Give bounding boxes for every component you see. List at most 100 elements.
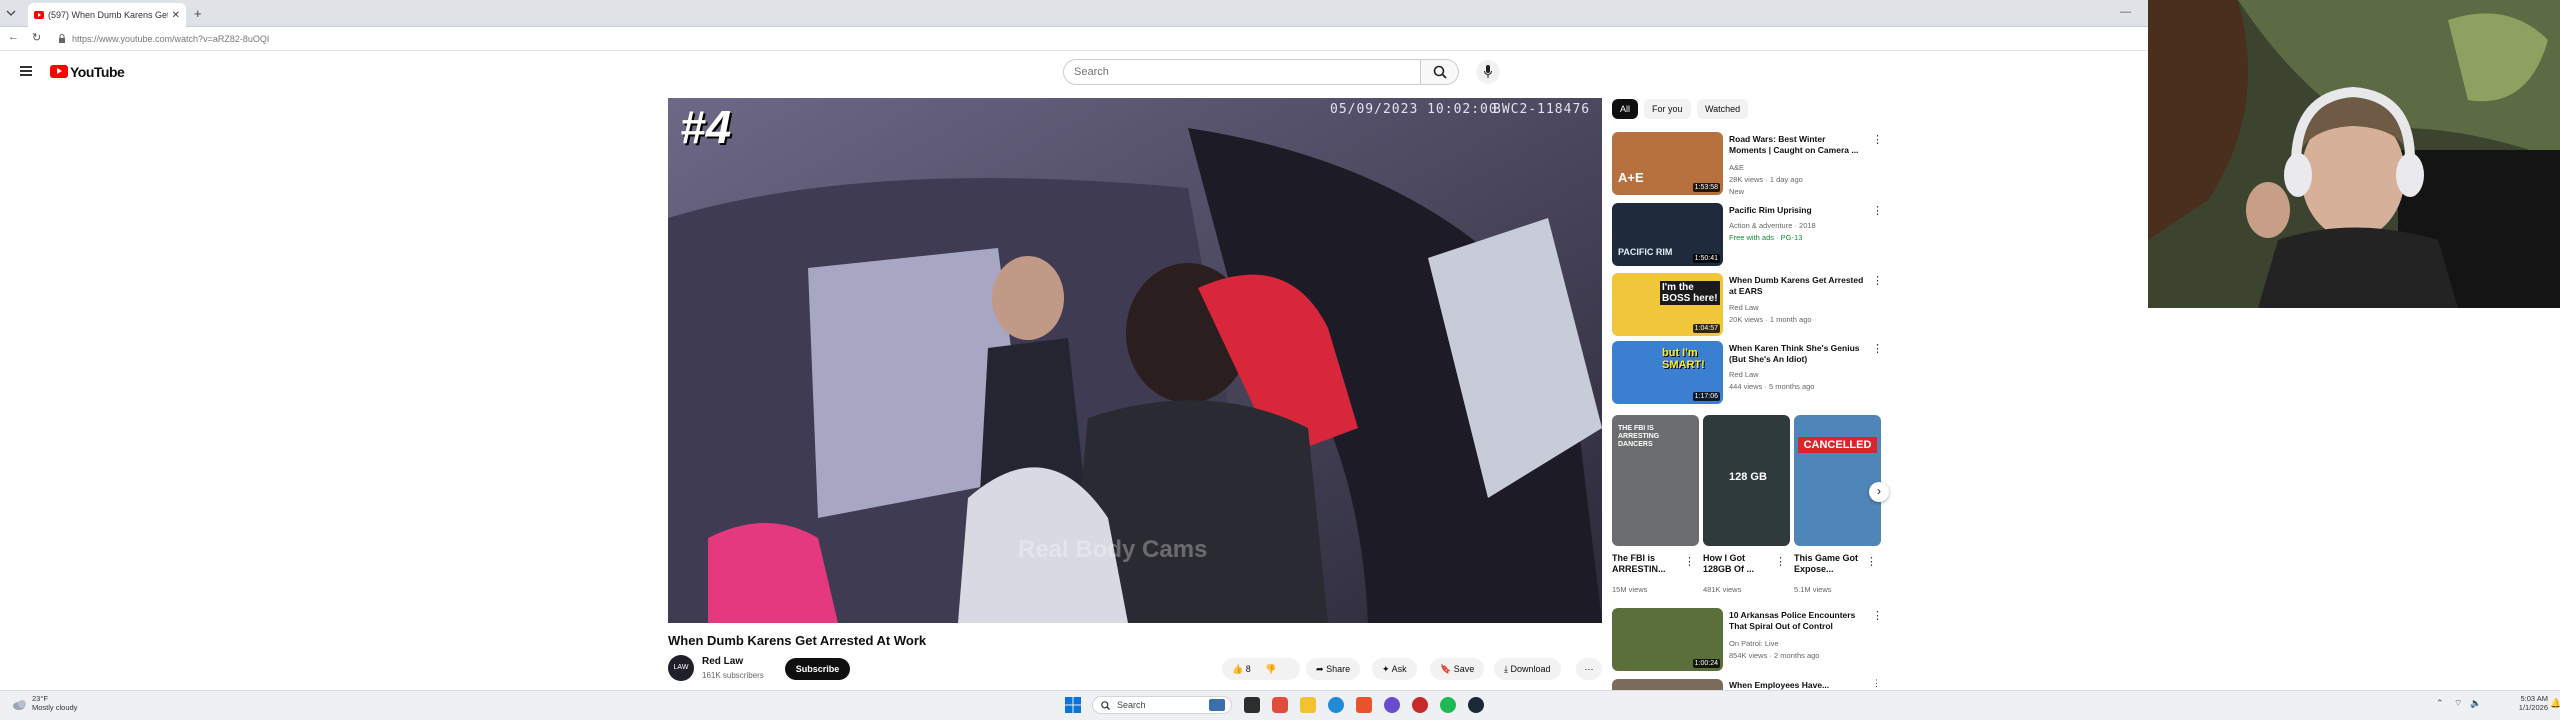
tray-chevron-icon[interactable]: ⌃ [2436, 698, 2444, 709]
search-input[interactable] [1063, 59, 1421, 85]
more-actions-button[interactable]: ⋯ [1576, 658, 1602, 680]
thumbs-down-icon[interactable]: 👎 [1265, 664, 1276, 674]
save-label: Save [1453, 664, 1475, 674]
video-player[interactable]: #4 05/09/2023 10:02:00 BWC2-118476 Real … [668, 98, 1602, 623]
rec-more-icon[interactable]: ⋮ [1872, 609, 1883, 622]
download-label: Download [1510, 664, 1551, 674]
rec-more-icon[interactable]: ⋮ [1872, 133, 1883, 146]
chip-all[interactable]: All [1612, 99, 1639, 119]
rec-title[interactable]: Road Wars: Best Winter Moments | Caught … [1729, 134, 1864, 156]
rec-more-icon[interactable]: ⋮ [1872, 274, 1883, 287]
short-more-icon[interactable]: ⋮ [1866, 555, 1877, 568]
spotify-icon[interactable] [1440, 697, 1456, 713]
rec-thumbnail[interactable]: 1:00:24 [1612, 608, 1723, 671]
store-icon[interactable] [1356, 697, 1372, 713]
search-button[interactable] [1421, 59, 1459, 85]
rec-channel[interactable]: Red Law [1729, 303, 1759, 312]
short-thumb-text: THE FBI IS ARRESTING DANCERS [1618, 425, 1660, 448]
network-icon[interactable]: ⌔ [2454, 698, 2462, 709]
address-bar: ← ↻ https://www.youtube.com/watch?v=aRZ8… [0, 27, 2148, 51]
short-title[interactable]: The FBI is ARRESTIN... [1612, 553, 1676, 575]
more-icon: ⋯ [1584, 664, 1594, 674]
steam-icon[interactable] [1468, 697, 1484, 713]
channel-avatar[interactable]: LAW [668, 655, 694, 681]
subscribe-button[interactable]: Subscribe [785, 658, 850, 680]
clock-time: 5:03 AM [2520, 694, 2548, 703]
task-view-icon[interactable] [1244, 697, 1260, 713]
rec-thumbnail[interactable]: A+E 1:53:58 [1612, 132, 1723, 195]
share-button[interactable]: ➦ Share [1306, 658, 1361, 680]
short-views: 15M views [1612, 585, 1648, 594]
taskbar-search[interactable]: Search [1092, 696, 1232, 714]
chrome-icon[interactable] [1412, 697, 1428, 713]
short-title[interactable]: How I Got 128GB Of ... [1703, 553, 1767, 575]
rec-thumbnail[interactable]: I'm the BOSS here! 1:04:57 [1612, 273, 1723, 336]
back-icon[interactable]: ← [8, 31, 19, 43]
rec-meta: Free with ads · PG-13 [1729, 233, 1803, 242]
rec-title[interactable]: When Dumb Karens Get Arrested at EARS [1729, 275, 1864, 297]
save-button[interactable]: 🔖 Save [1430, 658, 1485, 680]
microphone-icon [1484, 65, 1492, 78]
youtube-logo-icon[interactable] [50, 65, 68, 78]
tab-active[interactable]: (597) When Dumb Karens Get ✕ [28, 3, 186, 27]
rec-thumb-text: A+E [1618, 170, 1644, 185]
short-title[interactable]: This Game Got Expose... [1794, 553, 1858, 575]
rec-more-icon[interactable]: ⋮ [1872, 678, 1881, 689]
short-thumbnail[interactable]: CANCELLED [1794, 415, 1881, 546]
share-icon: ➦ [1316, 664, 1324, 674]
rec-thumbnail[interactable]: but I'm SMART! 1:17:06 [1612, 341, 1723, 404]
rec-channel[interactable]: A&E [1729, 163, 1744, 172]
ask-button[interactable]: ✦ Ask [1372, 658, 1417, 680]
youtube-logo-text[interactable]: YouTube [70, 64, 125, 80]
rec-title[interactable]: Pacific Rim Uprising [1729, 205, 1864, 216]
weather-cloud-icon[interactable] [12, 697, 28, 711]
rec-title[interactable]: When Employees Have... [1729, 680, 1864, 690]
rec-channel[interactable]: On Patrol: Live [1729, 639, 1779, 648]
edge-browser-icon[interactable] [1328, 697, 1344, 713]
watermark: Real Body Cams [1018, 536, 1208, 563]
discord-icon[interactable] [1384, 697, 1400, 713]
rec-meta: 854K views · 2 months ago [1729, 651, 1820, 660]
tab-title: (597) When Dumb Karens Get [48, 10, 168, 20]
tab-close-icon[interactable]: ✕ [172, 10, 180, 21]
rec-title[interactable]: When Karen Think She's Genius (But She's… [1729, 343, 1864, 365]
taskbar-clock[interactable]: 5:03 AM 1/1/2026 [2498, 694, 2548, 712]
rec-thumbnail[interactable] [1612, 679, 1723, 690]
chip-for-you[interactable]: For you [1644, 99, 1691, 119]
copilot-icon[interactable] [1272, 697, 1288, 713]
short-thumbnail[interactable]: THE FBI IS ARRESTING DANCERS [1612, 415, 1699, 546]
ask-label: Ask [1391, 664, 1407, 674]
file-explorer-icon[interactable] [1300, 697, 1316, 713]
weather-widget[interactable]: 23°F Mostly cloudy [32, 694, 77, 712]
share-label: Share [1326, 664, 1351, 674]
rec-title[interactable]: 10 Arkansas Police Encounters That Spira… [1729, 610, 1864, 632]
window-control-icon[interactable]: — [2120, 6, 2131, 18]
short-thumbnail[interactable]: 128 GB [1703, 415, 1790, 546]
voice-search-button[interactable] [1476, 60, 1500, 84]
rec-duration: 1:17:06 [1692, 392, 1720, 401]
rec-duration: 1:53:58 [1692, 183, 1720, 192]
url-field[interactable]: https://www.youtube.com/watch?v=aRZ82-8u… [72, 34, 269, 44]
taskbar-search-icon [1101, 701, 1110, 710]
rec-thumb-text: but I'm SMART! [1662, 347, 1705, 371]
short-more-icon[interactable]: ⋮ [1684, 555, 1695, 568]
thumbs-up-icon: 👍 [1232, 664, 1244, 674]
volume-icon[interactable]: 🔈 [2470, 698, 2481, 709]
rec-channel[interactable]: Red Law [1729, 370, 1759, 379]
notification-icon[interactable]: 🔔 [2550, 698, 2560, 709]
search-icon [1433, 65, 1447, 79]
like-button[interactable]: 👍 8 [1232, 664, 1253, 674]
menu-icon[interactable] [20, 66, 32, 76]
rec-thumbnail[interactable]: PACIFIC RIM 1:50:41 [1612, 203, 1723, 266]
short-more-icon[interactable]: ⋮ [1775, 555, 1786, 568]
tab-list-icon[interactable] [6, 9, 16, 17]
rec-more-icon[interactable]: ⋮ [1872, 342, 1883, 355]
new-tab-icon[interactable]: + [194, 6, 202, 21]
chip-watched[interactable]: Watched [1697, 99, 1749, 119]
windows-start-icon[interactable] [1065, 697, 1081, 713]
shorts-next-button[interactable]: › [1869, 482, 1889, 502]
reload-icon[interactable]: ↻ [32, 31, 41, 44]
channel-name[interactable]: Red Law [702, 656, 743, 667]
download-button[interactable]: ⤓ Download [1494, 658, 1561, 680]
rec-more-icon[interactable]: ⋮ [1872, 204, 1883, 217]
